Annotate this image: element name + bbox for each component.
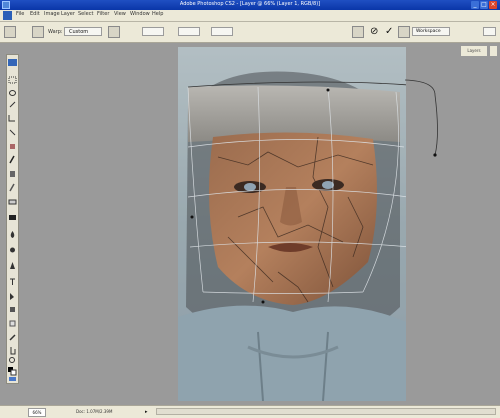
warp-style-select[interactable]: Custom bbox=[64, 27, 102, 36]
workspace-label: Workspace bbox=[416, 29, 441, 34]
menu-layer[interactable]: Layer bbox=[61, 11, 75, 17]
minimize-button[interactable]: _ bbox=[471, 1, 479, 9]
menu-file[interactable]: File bbox=[16, 11, 24, 17]
slice-icon bbox=[9, 129, 16, 136]
eyedropper-icon bbox=[9, 334, 16, 341]
brush-icon bbox=[9, 155, 15, 164]
blur-icon bbox=[10, 231, 15, 238]
switch-mode-icon[interactable] bbox=[352, 26, 364, 38]
status-bar: 66% Doc: 1.07M/2.39M ▸ bbox=[0, 405, 500, 418]
type-icon bbox=[10, 278, 15, 285]
close-button[interactable]: × bbox=[489, 1, 497, 9]
title-bar: Adobe Photoshop CS2 - [Layer @ 66% (Laye… bbox=[0, 0, 500, 10]
zoom-icon bbox=[9, 357, 15, 363]
warp-label: Warp: bbox=[48, 29, 63, 35]
bend-field[interactable] bbox=[142, 27, 164, 36]
gradient-icon bbox=[9, 215, 16, 220]
hand-icon bbox=[10, 347, 16, 355]
toolbox bbox=[6, 54, 19, 384]
v-distortion-field[interactable] bbox=[211, 27, 233, 36]
h-distortion-field[interactable] bbox=[178, 27, 200, 36]
commit-transform-icon[interactable]: ✓ bbox=[385, 26, 397, 38]
panel-toggle-button[interactable] bbox=[483, 27, 496, 36]
menu-window[interactable]: Window bbox=[130, 11, 150, 17]
menu-image[interactable]: Image bbox=[44, 11, 60, 17]
window-title: Adobe Photoshop CS2 - [Layer @ 66% (Laye… bbox=[179, 1, 321, 7]
zoom-field[interactable]: 66% bbox=[28, 408, 46, 417]
healing-icon bbox=[10, 144, 15, 149]
menu-bar: File Edit Image Layer Select Filter View… bbox=[0, 10, 500, 22]
path-select-icon bbox=[10, 293, 14, 300]
menu-help[interactable]: Help bbox=[152, 11, 163, 17]
dodge-icon bbox=[10, 247, 15, 253]
photo-artwork bbox=[178, 47, 406, 401]
shape-icon bbox=[10, 307, 15, 312]
status-menu-arrow-icon[interactable]: ▸ bbox=[145, 409, 148, 415]
eraser-icon bbox=[8, 199, 17, 205]
document-canvas[interactable] bbox=[178, 47, 406, 401]
layers-tab-label: Layers bbox=[467, 48, 481, 53]
pen-icon bbox=[10, 262, 15, 269]
notes-icon bbox=[9, 320, 16, 327]
maximize-button[interactable]: □ bbox=[480, 1, 488, 9]
menu-edit[interactable]: Edit bbox=[30, 11, 40, 17]
menu-filter[interactable]: Filter bbox=[97, 11, 109, 17]
tool-preset-icon[interactable] bbox=[4, 26, 16, 38]
stamp-icon bbox=[10, 171, 15, 177]
layers-panel-tab[interactable]: Layers bbox=[460, 45, 488, 57]
history-brush-icon bbox=[9, 183, 15, 192]
move-icon bbox=[8, 59, 17, 66]
cancel-transform-icon[interactable]: ⊘ bbox=[370, 26, 382, 38]
warp-style-value: Custom bbox=[69, 29, 89, 35]
magic-wand-icon bbox=[9, 101, 16, 108]
toolbox-icons bbox=[8, 59, 17, 381]
lasso-icon bbox=[9, 90, 16, 96]
panel-collapse-button[interactable] bbox=[489, 45, 498, 57]
workspace-button[interactable]: Workspace bbox=[412, 27, 450, 36]
warp-mode-icon[interactable] bbox=[32, 26, 44, 38]
warp-handles-outside[interactable] bbox=[405, 75, 465, 195]
crop-icon bbox=[8, 115, 15, 122]
change-orientation-icon[interactable] bbox=[108, 26, 120, 38]
marquee-icon bbox=[8, 76, 17, 84]
menu-view[interactable]: View bbox=[114, 11, 126, 17]
quick-mask-icon bbox=[9, 377, 16, 381]
palette-well-icon[interactable] bbox=[398, 26, 410, 38]
menu-select[interactable]: Select bbox=[78, 11, 93, 17]
horizontal-scrollbar[interactable] bbox=[156, 408, 496, 415]
doc-info[interactable]: Doc: 1.07M/2.39M bbox=[76, 408, 136, 415]
background-color-swatch bbox=[10, 369, 17, 376]
photoshop-logo-icon bbox=[3, 11, 12, 20]
options-bar: Warp: Custom ⊘ ✓ Workspace bbox=[0, 22, 500, 43]
